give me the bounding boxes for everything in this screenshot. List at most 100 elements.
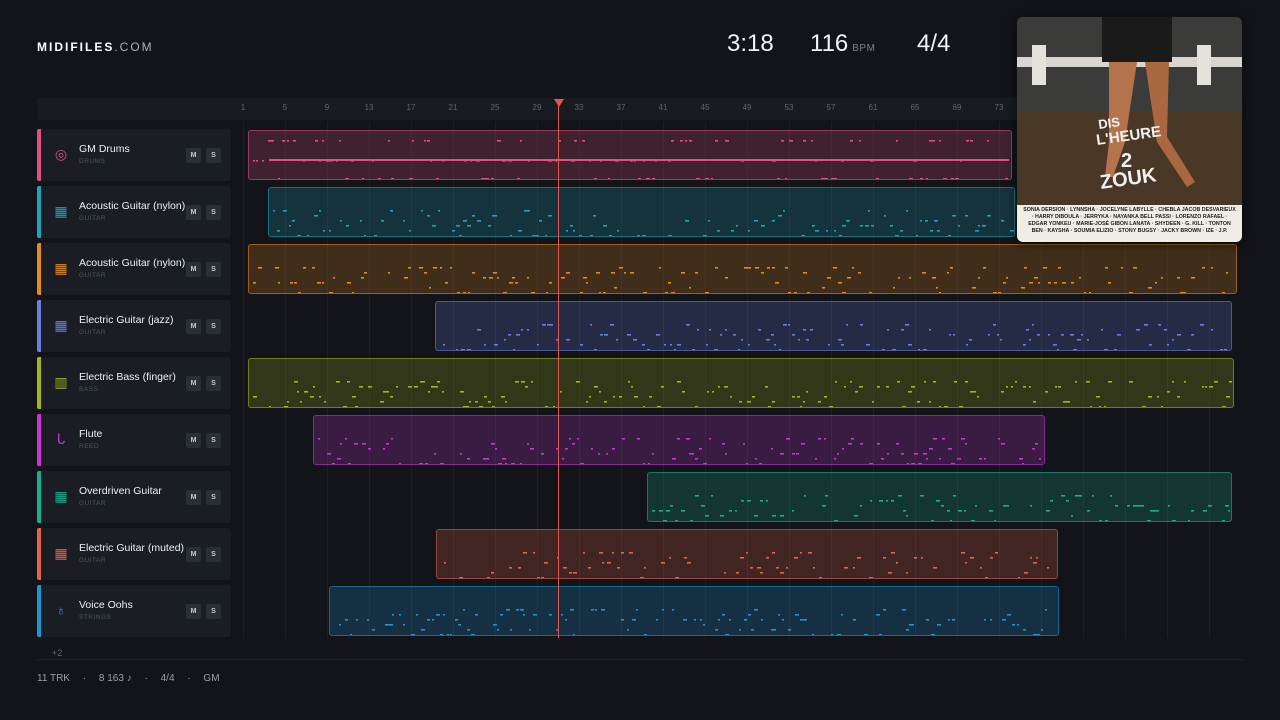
track-header[interactable]: ▦ Acoustic Guitar (nylon) GUITAR M S (37, 243, 231, 295)
track-color-bar (37, 300, 41, 352)
footer-sep: · (82, 673, 87, 684)
note-pattern (444, 552, 1049, 578)
midi-clip[interactable] (435, 301, 1232, 351)
playhead[interactable] (558, 106, 559, 638)
solo-button[interactable]: S (206, 433, 221, 448)
track-color-bar (37, 357, 41, 409)
mute-button[interactable]: M (186, 376, 201, 391)
track-lane[interactable] (237, 528, 1243, 580)
ruler-tick: 61 (868, 103, 878, 112)
time-signature: 4/4 (917, 30, 951, 57)
grid-icon: ▦ (54, 203, 68, 219)
ruler-tick: 45 (700, 103, 710, 112)
track-name: Acoustic Guitar (nylon) (79, 200, 186, 212)
midi-clip[interactable] (248, 130, 1012, 180)
cover-artists: SONIA DERSION · LYNNSHA · JOCELYNE LABYL… (1023, 207, 1236, 234)
more-tracks-indicator[interactable]: +2 (52, 648, 62, 658)
track-lane[interactable] (237, 357, 1243, 409)
track-color-bar (37, 186, 41, 238)
note-pattern (443, 324, 1227, 350)
track-lane[interactable] (237, 471, 1243, 523)
solo-button[interactable]: S (206, 319, 221, 334)
guitar-icon: ♁ (55, 602, 67, 618)
grid-icon: ▦ (54, 488, 68, 504)
track-header[interactable]: ▦ Overdriven Guitar GUITAR M S (37, 471, 231, 523)
midi-clip[interactable] (647, 472, 1232, 522)
ruler-tick: 13 (364, 103, 374, 112)
mute-button[interactable]: M (186, 205, 201, 220)
midi-clip[interactable] (329, 586, 1059, 636)
drum-icon: ◎ (54, 146, 68, 162)
track-name: Voice Oohs (79, 599, 133, 611)
ruler-tick: 25 (490, 103, 500, 112)
solo-button[interactable]: S (206, 262, 221, 277)
track-category: GUITAR (79, 215, 107, 222)
footer-sep: · (144, 673, 148, 684)
playhead-marker[interactable] (554, 99, 564, 107)
brand-name: MIDIFILES (37, 40, 115, 54)
track-name: Overdriven Guitar (79, 485, 162, 497)
midi-clip[interactable] (248, 358, 1234, 408)
bass-icon: ▥ (54, 374, 68, 390)
track-header[interactable]: ▥ Electric Bass (finger) BASS M S (37, 357, 231, 409)
solo-button[interactable]: S (206, 376, 221, 391)
track-header[interactable]: ▦ Electric Guitar (muted) GUITAR M S (37, 528, 231, 580)
midi-clip[interactable] (436, 529, 1058, 579)
note-pattern (273, 210, 1014, 236)
tempo-unit: BPM (852, 43, 876, 54)
track-header[interactable]: ᒐ Flute REED M S (37, 414, 231, 466)
track-lane[interactable] (237, 585, 1243, 637)
track-lane[interactable] (237, 300, 1243, 352)
ruler-tick: 33 (574, 103, 584, 112)
mute-button[interactable]: M (186, 433, 201, 448)
track-header[interactable]: ▦ Acoustic Guitar (nylon) GUITAR M S (37, 186, 231, 238)
midi-clip[interactable] (248, 244, 1237, 294)
footer-signature: 4/4 (160, 673, 175, 684)
mute-button[interactable]: M (186, 319, 201, 334)
brand-suffix: .COM (114, 40, 154, 54)
note-pattern (253, 140, 1009, 179)
track-header[interactable]: ▦ Electric Guitar (jazz) GUITAR M S (37, 300, 231, 352)
mute-button[interactable]: M (186, 490, 201, 505)
track-color-bar (37, 471, 41, 523)
track-name: Electric Guitar (muted) (79, 542, 185, 554)
midi-clip[interactable] (313, 415, 1045, 465)
ruler-tick: 41 (658, 103, 668, 112)
grid-icon: ▦ (54, 545, 68, 561)
track-lane[interactable] (237, 243, 1243, 295)
solo-button[interactable]: S (206, 205, 221, 220)
midi-clip[interactable] (268, 187, 1015, 237)
track-color-bar (37, 414, 41, 466)
tempo-display: 116 BPM (810, 30, 875, 58)
solo-button[interactable]: S (206, 490, 221, 505)
track-color-bar (37, 585, 41, 637)
solo-button[interactable]: S (206, 547, 221, 562)
ruler-tick: 57 (826, 103, 836, 112)
mute-button[interactable]: M (186, 547, 201, 562)
ruler-tick: 65 (910, 103, 920, 112)
track-name: Electric Bass (finger) (79, 371, 176, 383)
solo-button[interactable]: S (206, 604, 221, 619)
track-category: REED (79, 443, 100, 450)
track-name: GM Drums (79, 143, 130, 155)
track-name: Flute (79, 428, 103, 440)
footer-standard: GM (203, 673, 220, 684)
track-color-bar (37, 528, 41, 580)
mute-button[interactable]: M (186, 604, 201, 619)
ruler-tick: 37 (616, 103, 626, 112)
track-color-bar (37, 129, 41, 181)
track-name: Acoustic Guitar (nylon) (79, 257, 186, 269)
track-category: STRINGS (79, 614, 112, 621)
mute-button[interactable]: M (186, 148, 201, 163)
solo-button[interactable]: S (206, 148, 221, 163)
track-header[interactable]: ♁ Voice Oohs STRINGS M S (37, 585, 231, 637)
track-lane[interactable] (237, 414, 1243, 466)
track-header[interactable]: ◎ GM Drums DRUMS M S (37, 129, 231, 181)
track-name: Electric Guitar (jazz) (79, 314, 174, 326)
mute-button[interactable]: M (186, 262, 201, 277)
track-category: GUITAR (79, 329, 107, 336)
track-category: BASS (79, 386, 99, 393)
footer-track-count: 11 TRK (37, 673, 70, 684)
ruler-tick: 21 (448, 103, 458, 112)
brand-logo: MIDIFILES.COM (37, 40, 154, 54)
